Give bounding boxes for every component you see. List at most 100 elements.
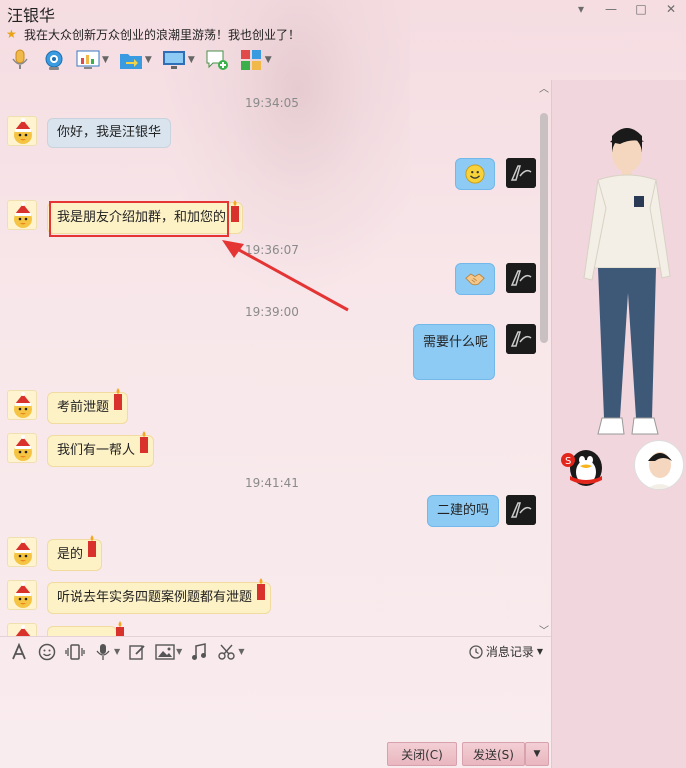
top-toolbar: ▼ ▼ ▼ ▼ <box>6 46 280 74</box>
avatar-contact[interactable] <box>7 537 37 567</box>
message-history-button[interactable]: 消息记录 ▼ <box>469 643 543 660</box>
message-bubble-left: 听说去年实务四题案例题都有泄题 <box>47 582 272 614</box>
scroll-thumb[interactable] <box>540 113 548 343</box>
chevron-down-icon[interactable]: ▼ <box>145 55 152 65</box>
chart-screen-icon <box>76 50 100 69</box>
monitor-icon <box>162 51 185 69</box>
microphone-icon <box>12 49 28 69</box>
chevron-down-icon[interactable]: ▼ <box>265 55 272 65</box>
dark-logo-avatar-icon <box>506 324 536 354</box>
message-scrollbar[interactable]: ︿ ﹀ <box>537 80 551 637</box>
send-options-button[interactable]: ▼ <box>525 742 549 766</box>
qq-penguin-icon: S <box>561 450 602 486</box>
image-button[interactable] <box>154 641 176 663</box>
chevron-down-icon[interactable]: ▼ <box>102 55 109 65</box>
close-window-button[interactable]: ✕ <box>656 0 686 18</box>
dark-logo-avatar-icon <box>506 263 536 293</box>
microphone-icon <box>96 643 110 660</box>
chevron-down-icon: ▼ <box>533 749 541 759</box>
voice-message-button[interactable] <box>92 641 114 663</box>
message-bubble-right: 二建的吗 <box>427 495 500 527</box>
apps-button[interactable] <box>74 47 102 73</box>
send-button[interactable]: 发送(S) <box>462 742 525 766</box>
menu-button[interactable]: ▾ <box>566 0 596 18</box>
font-button[interactable] <box>8 641 30 663</box>
candle-icon <box>231 200 239 222</box>
message-bubble-right: 需要什么呢 <box>413 324 495 380</box>
message-bubble-left: 你好，我是汪银华 <box>47 118 172 148</box>
screenshot-button[interactable] <box>216 641 238 663</box>
message-bubble-left-partial <box>47 626 117 636</box>
avatar-self[interactable] <box>506 495 536 525</box>
message-list[interactable]: 19:34:05 你好，我是汪银华 我是朋友介绍加群，和加您的 19:36:07… <box>0 80 551 636</box>
candle-icon <box>140 431 148 453</box>
history-label: 消息记录 <box>485 645 534 659</box>
avatar-self[interactable] <box>506 263 536 293</box>
minimize-button[interactable]: — <box>596 0 626 18</box>
video-call-button[interactable] <box>40 47 68 73</box>
maximize-button[interactable]: □ <box>626 0 656 18</box>
file-transfer-button[interactable] <box>117 47 145 73</box>
avatar-figure <box>583 128 671 435</box>
avatar-contact[interactable] <box>7 116 37 146</box>
folder-arrow-icon <box>119 54 142 69</box>
app-center-button[interactable] <box>237 47 265 73</box>
clock-icon <box>469 644 483 659</box>
message-bubble-right <box>455 263 495 295</box>
chevron-down-icon: ▼ <box>536 647 543 656</box>
avatar-contact[interactable] <box>7 580 37 610</box>
music-note-icon <box>192 642 207 660</box>
close-button[interactable]: 关闭(C) <box>387 742 457 766</box>
duck-avatar-icon <box>15 625 31 636</box>
profile-avatar[interactable] <box>634 440 684 490</box>
avatar-contact[interactable] <box>7 623 37 636</box>
candle-icon <box>114 388 122 410</box>
dark-logo-avatar-icon <box>506 158 536 188</box>
chat-window: 汪银华 ▾ — □ ✕ ★ 我在大众创新万众创业的浪潮里游荡！我也创业了！ ▼ … <box>0 0 686 768</box>
show-panel: S <box>551 80 686 768</box>
duck-avatar-icon <box>14 582 32 608</box>
chevron-down-icon[interactable]: ▼ <box>114 647 120 656</box>
contact-name: 汪银华 <box>7 6 56 25</box>
avatar-contact[interactable] <box>7 200 37 230</box>
candle-icon <box>116 621 124 636</box>
signature-text: 我在大众创新万众创业的浪潮里游荡！我也创业了！ <box>24 27 301 42</box>
apps-grid-icon <box>240 50 261 70</box>
chat-add-icon <box>206 50 228 70</box>
avatar-self[interactable] <box>506 324 536 354</box>
image-icon <box>155 643 175 660</box>
svg-text:S: S <box>565 456 571 467</box>
candle-icon <box>88 535 96 557</box>
avatar-contact[interactable] <box>7 390 37 420</box>
chevron-down-icon[interactable]: ▼ <box>176 647 182 656</box>
remote-desktop-button[interactable] <box>160 47 188 73</box>
duck-avatar-icon <box>14 435 32 461</box>
music-button[interactable] <box>188 641 210 663</box>
window-controls: ▾ — □ ✕ <box>566 0 686 18</box>
annotation-arrow <box>222 240 349 312</box>
vibrate-button[interactable] <box>64 641 86 663</box>
edit-icon <box>129 644 145 660</box>
scissors-icon <box>218 644 236 660</box>
smiley-icon <box>38 643 56 660</box>
avatar-self[interactable] <box>506 158 536 188</box>
scroll-up-icon[interactable]: ︿ <box>539 80 549 95</box>
message-bubble-right <box>455 158 495 190</box>
voice-call-button[interactable] <box>6 47 34 73</box>
emoji-button[interactable] <box>36 641 58 663</box>
avatar-contact[interactable] <box>7 433 37 463</box>
chevron-down-icon[interactable]: ▼ <box>238 647 244 656</box>
create-group-button[interactable] <box>203 47 231 73</box>
scroll-down-icon[interactable]: ﹀ <box>539 622 549 637</box>
timestamp: 19:39:00 <box>245 305 299 319</box>
edit-button[interactable] <box>126 641 148 663</box>
candle-icon <box>257 578 265 600</box>
webcam-icon <box>45 50 63 70</box>
annotation-highlight-box <box>49 201 229 237</box>
vibrate-icon <box>65 643 85 660</box>
title-bar: 汪银华 ▾ — □ ✕ <box>0 0 686 25</box>
smile-emoji-icon <box>465 164 485 184</box>
chevron-down-icon[interactable]: ▼ <box>188 55 195 65</box>
star-icon: ★ <box>6 27 17 41</box>
duck-avatar-icon <box>14 202 32 228</box>
